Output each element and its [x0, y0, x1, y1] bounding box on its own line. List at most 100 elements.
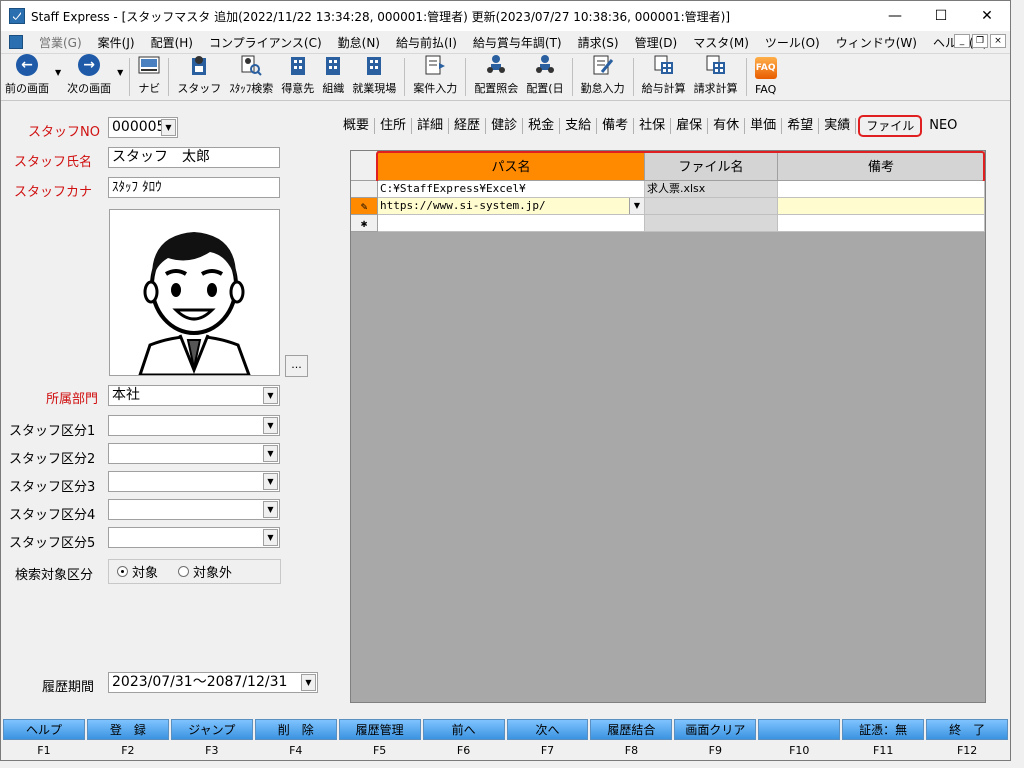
next-dropdown-icon[interactable]: ▼	[115, 68, 125, 77]
class3-select[interactable]: ▼	[108, 471, 280, 492]
maximize-button[interactable]: ☐	[918, 1, 964, 31]
register-button[interactable]: 登 録	[86, 719, 169, 740]
exit-button[interactable]: 終 了	[926, 719, 1009, 740]
menu-admin[interactable]: 管理(D)	[627, 34, 686, 51]
history-merge-button[interactable]: 履歴結合	[590, 719, 673, 740]
class1-select[interactable]: ▼	[108, 415, 280, 436]
chevron-down-icon[interactable]: ▼	[263, 445, 278, 462]
menu-window[interactable]: ウィンドウ(W)	[828, 34, 925, 51]
mdi-close-button[interactable]: ×	[990, 34, 1006, 48]
new-row-asterisk-icon[interactable]: ✱	[351, 215, 378, 232]
file-cell[interactable]	[645, 215, 778, 232]
next-button[interactable]: 次へ	[506, 719, 589, 740]
mdi-minimize-button[interactable]: _	[954, 34, 970, 48]
path-cell[interactable]: C:¥StaffExpress¥Excel¥	[378, 181, 645, 198]
staff-button[interactable]: スタッフ	[173, 54, 225, 100]
staff-no-select[interactable]: 000005 ▼	[108, 117, 178, 138]
history-manage-button[interactable]: 履歴管理	[338, 719, 421, 740]
client-button[interactable]: 得意先	[277, 54, 318, 100]
f10-button[interactable]	[758, 719, 841, 740]
tab-overview[interactable]: 概要	[338, 118, 376, 134]
assign-inquiry-button[interactable]: 配置照会	[470, 54, 522, 100]
menu-master[interactable]: マスタ(M)	[685, 34, 757, 51]
tab-tax[interactable]: 税金	[523, 118, 561, 134]
class4-select[interactable]: ▼	[108, 499, 280, 520]
document-icon[interactable]	[9, 35, 23, 49]
tab-employment-insurance[interactable]: 雇保	[671, 118, 709, 134]
menu-attendance[interactable]: 勤怠(N)	[330, 34, 388, 51]
chevron-down-icon[interactable]: ▼	[263, 501, 278, 518]
jump-button[interactable]: ジャンプ	[170, 719, 253, 740]
menu-advance-pay[interactable]: 給与前払(I)	[388, 34, 465, 51]
delete-button[interactable]: 削 除	[254, 719, 337, 740]
prev-screen-button[interactable]: ← 前の画面	[1, 54, 53, 100]
org-button[interactable]: 組織	[318, 54, 348, 100]
period-select[interactable]: 2023/07/31～2087/12/31 ▼	[108, 672, 318, 693]
menu-billing[interactable]: 請求(S)	[570, 34, 627, 51]
tab-address[interactable]: 住所	[375, 118, 413, 134]
menu-assign[interactable]: 配置(H)	[143, 34, 201, 51]
tab-results[interactable]: 実績	[819, 118, 857, 134]
pencil-icon[interactable]: ✎	[351, 198, 378, 215]
chevron-down-icon[interactable]: ▼	[263, 529, 278, 546]
file-cell[interactable]	[645, 198, 778, 215]
path-cell[interactable]: https://www.si-system.jp/ ▼	[378, 198, 645, 215]
staff-name-field[interactable]: スタッフ 太郎	[108, 147, 280, 168]
navi-button[interactable]: ナビ	[134, 54, 164, 100]
tab-file[interactable]: ファイル	[858, 115, 923, 137]
note-cell[interactable]	[778, 198, 985, 215]
chevron-down-icon[interactable]: ▼	[161, 119, 176, 136]
grid-corner[interactable]	[351, 151, 378, 181]
tab-history[interactable]: 経歴	[449, 118, 487, 134]
tab-health-check[interactable]: 健診	[486, 118, 524, 134]
minimize-button[interactable]: —	[872, 1, 918, 31]
chevron-down-icon[interactable]: ▼	[263, 387, 278, 404]
close-button[interactable]: ✕	[964, 1, 1010, 31]
chevron-down-icon[interactable]: ▼	[301, 674, 316, 691]
note-cell[interactable]	[778, 215, 985, 232]
class2-select[interactable]: ▼	[108, 443, 280, 464]
menu-case[interactable]: 案件(J)	[90, 34, 143, 51]
menu-tools[interactable]: ツール(O)	[757, 34, 828, 51]
case-entry-button[interactable]: 案件入力	[409, 54, 461, 100]
photo-browse-button[interactable]: ...	[285, 355, 308, 377]
tab-details[interactable]: 詳細	[412, 118, 450, 134]
assign-day-button[interactable]: 配置(日	[522, 54, 567, 100]
faq-button[interactable]: FAQ FAQ	[751, 54, 781, 100]
staff-search-button[interactable]: ｽﾀｯﾌ検索	[225, 54, 277, 100]
staff-kana-field[interactable]: ｽﾀｯﾌ ﾀﾛｳ	[108, 177, 280, 198]
chevron-down-icon[interactable]: ▼	[263, 417, 278, 434]
tab-unit-price[interactable]: 単価	[745, 118, 783, 134]
previous-button[interactable]: 前へ	[422, 719, 505, 740]
menu-payroll[interactable]: 給与賞与年調(T)	[465, 34, 570, 51]
tab-preferences[interactable]: 希望	[782, 118, 820, 134]
note-cell[interactable]	[778, 181, 985, 198]
search-target-on-radio[interactable]: 対象	[117, 562, 158, 581]
help-button[interactable]: ヘルプ	[3, 719, 85, 740]
tab-payment[interactable]: 支給	[560, 118, 598, 134]
search-target-off-radio[interactable]: 対象外	[178, 562, 232, 581]
file-cell[interactable]: 求人票.xlsx	[645, 181, 778, 198]
column-header-path[interactable]: パス名	[378, 151, 645, 181]
tab-paid-leave[interactable]: 有休	[708, 118, 746, 134]
tab-social-insurance[interactable]: 社保	[634, 118, 672, 134]
site-button[interactable]: 就業現場	[348, 54, 400, 100]
row-selector[interactable]	[351, 181, 378, 198]
menu-compliance[interactable]: コンプライアンス(C)	[201, 34, 330, 51]
column-header-file[interactable]: ファイル名	[645, 151, 778, 181]
tab-notes[interactable]: 備考	[597, 118, 635, 134]
payroll-button[interactable]: 給与計算	[638, 54, 690, 100]
billing-button[interactable]: 請求計算	[690, 54, 742, 100]
prev-dropdown-icon[interactable]: ▼	[53, 68, 63, 77]
dept-select[interactable]: 本社 ▼	[108, 385, 280, 406]
path-cell[interactable]	[378, 215, 645, 232]
staff-photo[interactable]	[109, 209, 280, 377]
chevron-down-icon[interactable]: ▼	[263, 473, 278, 490]
clear-screen-button[interactable]: 画面クリア	[674, 719, 757, 740]
attendance-button[interactable]: 勤怠入力	[577, 54, 629, 100]
mdi-restore-button[interactable]: ❐	[972, 34, 988, 48]
chevron-down-icon[interactable]: ▼	[629, 198, 644, 214]
menu-sales[interactable]: 営業(G)	[31, 34, 90, 51]
column-header-note[interactable]: 備考	[778, 151, 985, 181]
evidence-button[interactable]: 証憑：無	[842, 719, 925, 740]
